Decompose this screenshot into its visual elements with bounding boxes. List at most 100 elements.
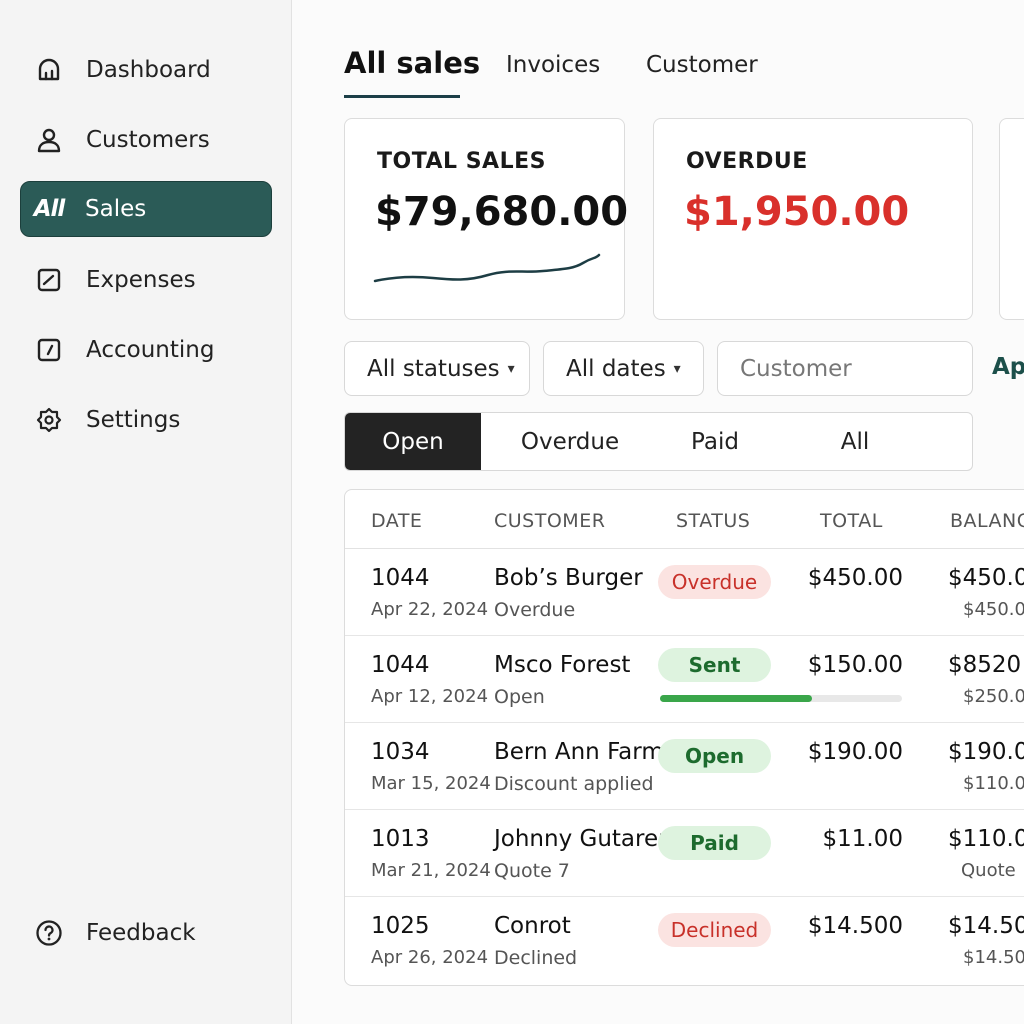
row-balance: $110.00 <box>948 826 1024 852</box>
overdue-card[interactable]: OVERDUE $1,950.00 <box>653 118 973 320</box>
status-filter[interactable]: All statuses ▾ <box>344 341 530 396</box>
table-row[interactable]: 1034 Mar 15, 2024 Bern Ann Farm Discount… <box>345 723 1024 810</box>
active-tab-indicator <box>344 95 460 98</box>
sidebar-item-settings[interactable]: Settings <box>20 392 272 448</box>
tab-customer[interactable]: Customer <box>646 52 758 78</box>
customer-name[interactable]: Bern Ann Farm <box>494 739 664 765</box>
all-icon: All <box>33 196 66 222</box>
sidebar-item-dashboard[interactable]: Dashboard <box>20 42 272 98</box>
row-balance: $450.00 <box>948 565 1024 591</box>
segment-all[interactable]: All <box>795 413 915 470</box>
invoice-number: 1034 <box>371 739 430 765</box>
summary-card-partial[interactable] <box>999 118 1024 320</box>
gear-icon <box>34 405 64 435</box>
table-row[interactable]: 1025 Apr 26, 2024 Conrot Declined Declin… <box>345 897 1024 984</box>
overdue-value: $1,950.00 <box>684 189 910 235</box>
invoice-date: Apr 12, 2024 <box>371 686 489 707</box>
row-total: $450.00 <box>807 565 903 591</box>
row-balance-sub: $250.00 <box>963 686 1024 707</box>
table-row[interactable]: 1044 Apr 12, 2024 Msco Forest Open Sent … <box>345 636 1024 723</box>
customer-name[interactable]: Msco Forest <box>494 652 630 678</box>
sales-sparkline <box>373 253 601 283</box>
status-badge: Sent <box>658 648 771 682</box>
apply-link[interactable]: Ap <box>992 354 1024 380</box>
sidebar-item-label: Feedback <box>86 920 196 946</box>
chevron-down-icon: ▾ <box>507 360 515 377</box>
column-header-date[interactable]: DATE <box>371 510 422 532</box>
sidebar-item-customers[interactable]: Customers <box>20 112 272 168</box>
segment-open[interactable]: Open <box>345 413 481 470</box>
card-label: OVERDUE <box>686 149 808 174</box>
customer-placeholder: Customer <box>740 355 852 382</box>
segment-overdue[interactable]: Overdue <box>495 413 645 470</box>
invoice-date: Apr 26, 2024 <box>371 947 489 968</box>
table-row[interactable]: 1044 Apr 22, 2024 Bob’s Burger Overdue O… <box>345 549 1024 636</box>
date-filter[interactable]: All dates ▾ <box>543 341 704 396</box>
tab-invoices[interactable]: Invoices <box>506 52 600 78</box>
sidebar-item-expenses[interactable]: Expenses <box>20 252 272 308</box>
tab-all-sales[interactable]: All sales <box>344 46 480 80</box>
invoice-number: 1044 <box>371 652 430 678</box>
ledger-icon <box>34 335 64 365</box>
invoice-number: 1025 <box>371 913 430 939</box>
row-balance: $8520 <box>948 652 1022 678</box>
payment-progress-bar <box>660 695 902 702</box>
sidebar-item-label: Sales <box>85 196 147 222</box>
customer-subtext: Declined <box>494 947 578 969</box>
chart-icon <box>34 265 64 295</box>
sales-table: DATE CUSTOMER STATUS TOTAL BALANCE 1044 … <box>344 489 1024 986</box>
row-total: $14.500 <box>807 913 903 939</box>
row-balance-sub: Quote <box>961 860 1016 881</box>
row-balance-sub: $110.00 <box>963 773 1024 794</box>
sidebar: Dashboard Customers All Sales Expenses A… <box>0 0 292 1024</box>
status-segmented-control: Open Overdue Paid All <box>344 412 973 471</box>
segment-paid[interactable]: Paid <box>655 413 775 470</box>
chevron-down-icon: ▾ <box>673 360 681 377</box>
customer-name[interactable]: Conrot <box>494 913 571 939</box>
sidebar-item-label: Settings <box>86 407 181 433</box>
invoice-date: Mar 21, 2024 <box>371 860 491 881</box>
sidebar-item-label: Expenses <box>86 267 196 293</box>
customer-name[interactable]: Johnny Gutaren <box>494 826 673 852</box>
invoice-date: Apr 22, 2024 <box>371 599 489 620</box>
row-total: $11.00 <box>822 826 903 852</box>
total-sales-value: $79,680.00 <box>375 189 629 235</box>
status-badge: Paid <box>658 826 771 860</box>
help-icon <box>34 918 64 948</box>
customer-subtext: Quote 7 <box>494 860 570 882</box>
row-total: $150.00 <box>807 652 903 678</box>
invoice-number: 1044 <box>371 565 430 591</box>
invoice-date: Mar 15, 2024 <box>371 773 491 794</box>
row-balance-sub: $14.500 <box>963 947 1024 968</box>
date-filter-value: All dates <box>566 355 666 382</box>
row-balance: $14.500 <box>948 913 1024 939</box>
sidebar-item-label: Dashboard <box>86 57 211 83</box>
card-label: TOTAL SALES <box>377 149 546 174</box>
invoice-number: 1013 <box>371 826 430 852</box>
column-header-total[interactable]: TOTAL <box>820 510 883 532</box>
row-total: $190.00 <box>807 739 903 765</box>
customer-name[interactable]: Bob’s Burger <box>494 565 643 591</box>
total-sales-card[interactable]: TOTAL SALES $79,680.00 <box>344 118 629 320</box>
status-badge: Open <box>658 739 771 773</box>
sidebar-item-label: Customers <box>86 127 210 153</box>
customer-search-input[interactable]: Customer <box>717 341 973 396</box>
status-badge: Declined <box>658 913 771 947</box>
column-header-status[interactable]: STATUS <box>676 510 750 532</box>
sidebar-item-feedback[interactable]: Feedback <box>20 905 272 961</box>
table-row[interactable]: 1013 Mar 21, 2024 Johnny Gutaren Quote 7… <box>345 810 1024 897</box>
payment-progress-fill <box>660 695 813 702</box>
sidebar-item-sales[interactable]: All Sales <box>20 181 272 237</box>
row-balance: $190.00 <box>948 739 1024 765</box>
row-balance-sub: $450.00 <box>963 599 1024 620</box>
main-content: All sales Invoices Customer TOTAL SALES … <box>292 0 1024 1024</box>
customer-subtext: Overdue <box>494 599 576 621</box>
customer-subtext: Discount applied <box>494 773 654 795</box>
column-header-balance[interactable]: BALANCE <box>950 510 1024 532</box>
column-header-customer[interactable]: CUSTOMER <box>494 510 605 532</box>
sidebar-item-accounting[interactable]: Accounting <box>20 322 272 378</box>
sidebar-item-label: Accounting <box>86 337 215 363</box>
customer-subtext: Open <box>494 686 545 708</box>
dashboard-icon <box>34 55 64 85</box>
user-icon <box>34 125 64 155</box>
